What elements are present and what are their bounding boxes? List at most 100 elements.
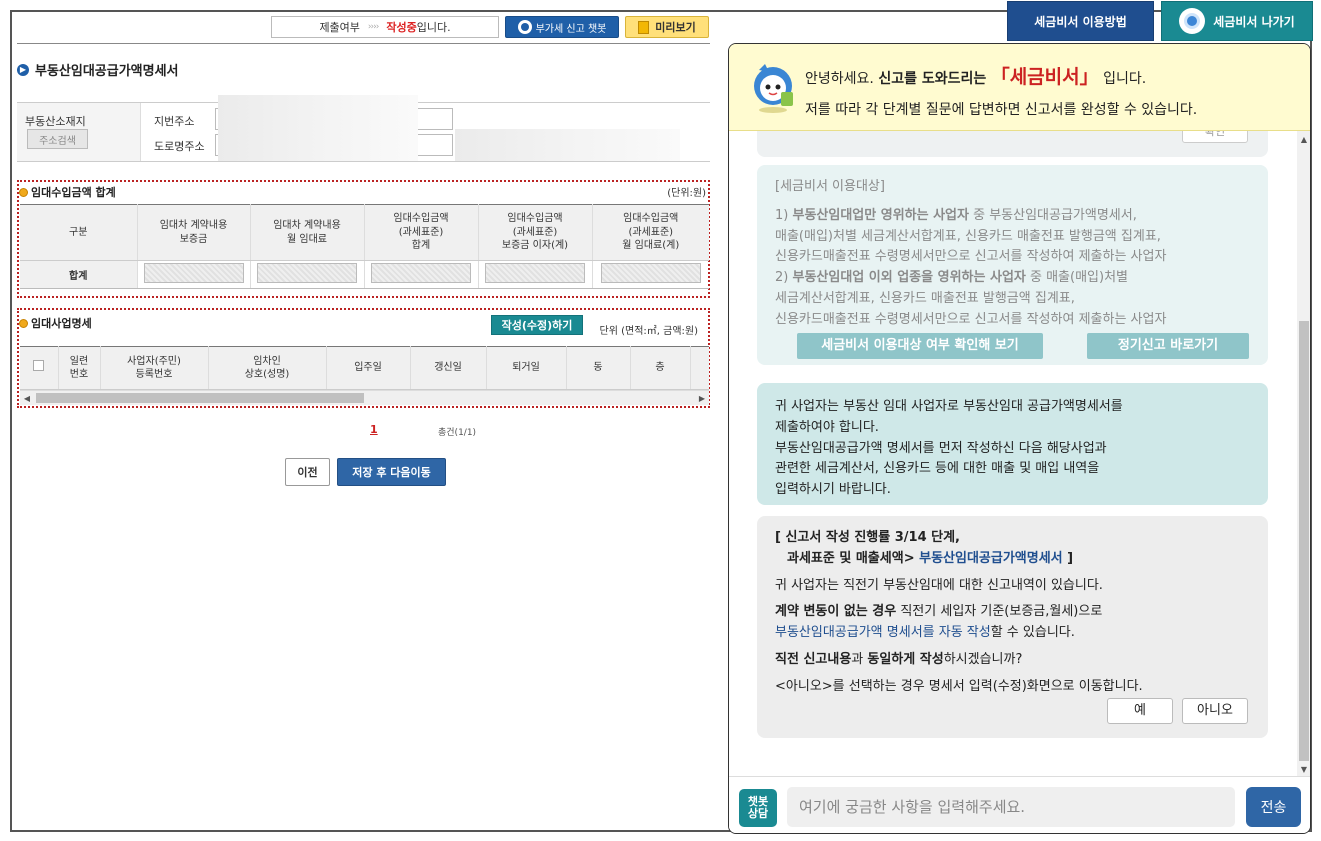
chat-message-info: 귀 사업자는 부동산 임대 사업자로 부동산임대 공급가액명세서를 제출하여야 … bbox=[757, 383, 1268, 505]
info-line: 관련한 세금계산서, 신용카드 등에 대한 매출 및 매입 내역을 bbox=[775, 461, 1100, 477]
submit-status: 제출여부 ›››› 작성중입니다. bbox=[271, 16, 499, 38]
vat-chatbot-button[interactable]: 부가세 신고 챗봇 bbox=[505, 16, 619, 38]
scroll-right-icon[interactable]: ▶ bbox=[695, 391, 709, 406]
summary-title: 임대수입금액 합계 bbox=[19, 184, 116, 200]
info-line: 입력하시기 바랍니다. bbox=[775, 482, 891, 498]
income-total-field bbox=[371, 263, 471, 283]
document-icon bbox=[638, 20, 650, 34]
assistant-avatar-icon bbox=[1179, 8, 1206, 34]
detail-unit: 단위 (면적:㎡, 금액:원) bbox=[599, 326, 698, 337]
chatbot-icon bbox=[517, 20, 532, 34]
bullet-icon bbox=[19, 187, 28, 197]
chat-messages: 확인 [세금비서 이용대상] 1) 부동산임대업만 영위하는 사업자 중 부동산… bbox=[729, 131, 1297, 776]
preview-button[interactable]: 미리보기 bbox=[625, 16, 709, 38]
detail-header: 퇴거일 bbox=[486, 346, 567, 390]
road-address-label: 도로명주소 bbox=[154, 140, 205, 153]
progress-text: 부동산임대공급가액 명세서를 자동 작성할 수 있습니다. bbox=[775, 625, 1075, 641]
chat-vertical-scrollbar[interactable]: ▲ ▼ bbox=[1297, 131, 1310, 776]
horizontal-scrollbar[interactable]: ◀ ▶ bbox=[20, 390, 709, 405]
target-item-1-cont: 신용카드매출전표 수령명세서만으로 신고서를 작성하여 제출하는 사업자 bbox=[775, 249, 1167, 265]
detail-title-text: 임대사업명세 bbox=[31, 317, 92, 330]
arrows-icon: ›››› bbox=[367, 22, 379, 32]
detail-header-filler bbox=[690, 346, 709, 390]
address-label: 부동산소재지 bbox=[25, 115, 86, 128]
exit-label: 세금비서 나가기 bbox=[1213, 14, 1295, 29]
chatbot-consult-button[interactable]: 챗봇 상담 bbox=[739, 789, 777, 827]
deposit-interest-field bbox=[485, 263, 585, 283]
status-state: 작성중 bbox=[386, 21, 417, 34]
assistant-mascot-icon bbox=[754, 64, 793, 113]
page-title: ▶ 부동산임대공급가액명세서 bbox=[17, 60, 179, 79]
send-button[interactable]: 전송 bbox=[1246, 787, 1301, 827]
greet-end: 입니다. bbox=[1103, 71, 1147, 87]
page-title-text: 부동산임대공급가액명세서 bbox=[35, 64, 179, 79]
detail-header: 임차인 상호(성명) bbox=[208, 346, 327, 390]
target-item-2-cont: 세금계산서합계표, 신용카드 매출전표 발행금액 집계표, bbox=[775, 290, 1075, 306]
regular-filing-button[interactable]: 정기신고 바로가기 bbox=[1087, 333, 1249, 359]
page-link[interactable]: 1 bbox=[370, 423, 378, 436]
check-eligibility-button[interactable]: 세금비서 이용대상 여부 확인해 보기 bbox=[797, 333, 1043, 359]
summary-unit: (단위:원) bbox=[667, 188, 706, 199]
select-all-cell bbox=[20, 346, 59, 390]
no-button[interactable]: 아니오 bbox=[1182, 698, 1248, 724]
progress-step: 과세표준 및 매출세액> 부동산임대공급가액명세서 ] bbox=[787, 550, 1074, 566]
chat-input-bar: 챗봇 상담 전송 bbox=[729, 776, 1310, 833]
bullet-icon bbox=[19, 318, 28, 328]
exit-assistant-button[interactable]: 세금비서 나가기 bbox=[1161, 1, 1313, 41]
chat-input[interactable] bbox=[787, 787, 1235, 827]
progress-heading: [ 신고서 작성 진행률 3/14 단계, bbox=[775, 530, 960, 545]
arrow-right-icon: ▶ bbox=[17, 63, 29, 76]
prev-button[interactable]: 이전 bbox=[285, 458, 330, 486]
progress-question: 직전 신고내용과 동일하게 작성하시겠습니까? bbox=[775, 651, 1023, 667]
info-line: 부동산임대공급가액 명세서를 먼저 작성하신 다음 해당사업과 bbox=[775, 440, 1107, 456]
scroll-thumb[interactable] bbox=[36, 393, 364, 403]
chat-message-target-users: [세금비서 이용대상] 1) 부동산임대업만 영위하는 사업자 중 부동산임대공… bbox=[757, 165, 1268, 365]
status-suffix: 입니다. bbox=[416, 21, 451, 34]
preview-label: 미리보기 bbox=[655, 21, 696, 34]
howto-button[interactable]: 세금비서 이용방법 bbox=[1007, 1, 1154, 41]
chat-message: 확인 bbox=[757, 131, 1268, 157]
summary-header: 임대차 계약내용 월 임대료 bbox=[250, 204, 365, 261]
confirm-button[interactable]: 확인 bbox=[1182, 131, 1248, 143]
monthly-rent-income-field bbox=[600, 263, 701, 283]
detail-table: 일련 번호 사업자(주민) 등록번호 임차인 상호(성명) 입주일 갱신일 퇴거… bbox=[20, 346, 709, 390]
detail-header: 동 bbox=[566, 346, 631, 390]
info-line: 제출하여야 합니다. bbox=[775, 419, 879, 435]
summary-row-label: 합계 bbox=[20, 260, 138, 289]
save-next-button[interactable]: 저장 후 다음이동 bbox=[337, 458, 446, 486]
progress-note: <아니오>를 선택하는 경우 명세서 입력(수정)화면으로 이동합니다. bbox=[775, 678, 1143, 694]
progress-text: 계약 변동이 없는 경우 직전기 세입자 기준(보증금,월세)으로 bbox=[775, 604, 1103, 620]
select-all-checkbox[interactable] bbox=[33, 360, 45, 372]
detail-header: 일련 번호 bbox=[58, 346, 101, 390]
scroll-down-icon[interactable]: ▼ bbox=[1297, 765, 1310, 774]
summary-header: 임대차 계약내용 보증금 bbox=[137, 204, 251, 261]
summary-header: 임대수입금액 (과세표준) 보증금 이자(계) bbox=[478, 204, 593, 261]
divider bbox=[17, 43, 710, 44]
detail-header: 층 bbox=[630, 346, 691, 390]
target-item-2-cont: 신용카드매출전표 수령명세서만으로 신고서를 작성하여 제출하는 사업자 bbox=[775, 311, 1167, 327]
lot-address-label: 지번주소 bbox=[154, 115, 195, 128]
monthly-rent-total-field bbox=[257, 263, 357, 283]
address-search-button[interactable]: 주소검색 bbox=[27, 129, 88, 149]
info-line: 귀 사업자는 부동산 임대 사업자로 부동산임대 공급가액명세서를 bbox=[775, 399, 1123, 414]
assistant-chat-panel: 안녕하세요. 신고를 도와드리는 「세금비서」 입니다. 저를 따라 각 단계별… bbox=[728, 43, 1311, 834]
scroll-left-icon[interactable]: ◀ bbox=[20, 391, 34, 406]
summary-header: 구분 bbox=[20, 204, 138, 261]
vat-chatbot-label: 부가세 신고 챗봇 bbox=[535, 23, 607, 35]
progress-text: 귀 사업자는 직전기 부동산임대에 대한 신고내역이 있습니다. bbox=[775, 577, 1103, 593]
scroll-up-icon[interactable]: ▲ bbox=[1297, 135, 1310, 144]
page-total: 총건(1/1) bbox=[438, 428, 477, 438]
yes-button[interactable]: 예 bbox=[1107, 698, 1173, 724]
deposit-total-field bbox=[143, 263, 244, 283]
target-item-1: 1) 부동산임대업만 영위하는 사업자 중 부동산임대공급가액명세서, bbox=[775, 207, 1137, 223]
write-edit-button[interactable]: 작성(수정)하기 bbox=[491, 315, 583, 335]
banner-instruction: 저를 따라 각 단계별 질문에 답변하면 신고서를 완성할 수 있습니다. bbox=[805, 102, 1198, 118]
detail-title: 임대사업명세 bbox=[19, 315, 92, 331]
redacted-address bbox=[218, 95, 418, 161]
target-item-2: 2) 부동산임대업 이외 업종을 영위하는 사업자 중 매출(매입)처별 bbox=[775, 270, 1129, 286]
brand-name: 「세금비서」 bbox=[990, 66, 1099, 88]
chat-scroll-thumb[interactable] bbox=[1299, 321, 1309, 761]
greet-text: 안녕하세요. bbox=[805, 71, 879, 87]
summary-header: 임대수입금액 (과세표준) 합계 bbox=[364, 204, 479, 261]
greet-bold: 신고를 도와드리는 bbox=[878, 71, 987, 87]
